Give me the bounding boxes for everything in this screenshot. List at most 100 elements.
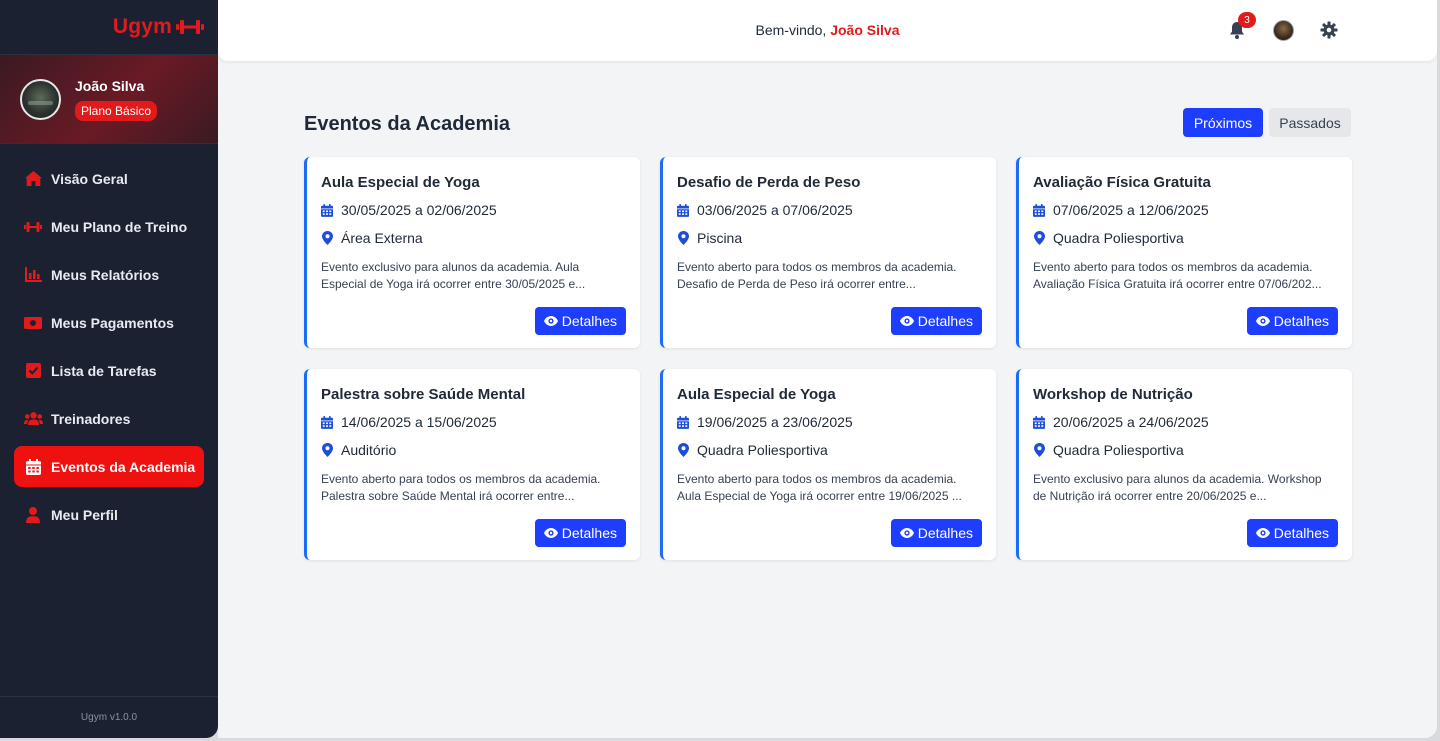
sidebar: Ugym João Silva Plano Básico Visão Geral… xyxy=(0,0,218,738)
calendar-icon xyxy=(677,203,689,217)
event-description: Evento aberto para todos os membros da a… xyxy=(321,472,601,503)
events-grid: Aula Especial de Yoga 30/05/2025 a 02/06… xyxy=(304,157,1352,560)
welcome-prefix: Bem-vindo, xyxy=(755,22,827,38)
event-dates-text: 07/06/2025 a 12/06/2025 xyxy=(1053,202,1209,218)
event-title: Workshop de Nutrição xyxy=(1033,386,1193,403)
location-pin-icon xyxy=(677,231,689,245)
details-button[interactable]: Detalhes xyxy=(534,307,626,335)
plan-badge: Plano Básico xyxy=(75,100,158,121)
eye-icon xyxy=(1255,316,1270,326)
event-title: Palestra sobre Saúde Mental xyxy=(321,386,526,403)
sidebar-item-relatorios[interactable]: Meus Relatórios xyxy=(14,254,204,295)
checkbox-icon xyxy=(23,363,43,378)
sidebar-nav: Visão Geral Meu Plano de Treino Meus Rel… xyxy=(0,144,218,535)
details-button-label: Detalhes xyxy=(1273,525,1329,541)
details-button-label: Detalhes xyxy=(561,525,617,541)
event-description: Evento aberto para todos os membros da a… xyxy=(1033,260,1322,291)
details-button[interactable]: Detalhes xyxy=(1246,307,1338,335)
event-location: Piscina xyxy=(677,230,982,246)
event-dates-text: 19/06/2025 a 23/06/2025 xyxy=(697,414,853,430)
details-button-label: Detalhes xyxy=(917,525,973,541)
eye-icon xyxy=(899,316,914,326)
event-dates: 30/05/2025 a 02/06/2025 xyxy=(321,202,626,218)
eye-icon xyxy=(1255,528,1270,538)
filter-upcoming-button[interactable]: Próximos xyxy=(1183,108,1263,137)
details-button[interactable]: Detalhes xyxy=(534,519,626,547)
bar-chart-icon xyxy=(23,267,43,282)
calendar-icon xyxy=(1033,415,1045,429)
sidebar-item-label: Eventos da Academia xyxy=(51,458,196,475)
sidebar-item-tarefas[interactable]: Lista de Tarefas xyxy=(14,350,204,391)
event-dates-text: 20/06/2025 a 24/06/2025 xyxy=(1053,414,1209,430)
details-button[interactable]: Detalhes xyxy=(1246,519,1338,547)
event-card: Aula Especial de Yoga 30/05/2025 a 02/06… xyxy=(304,157,640,348)
logo[interactable]: Ugym xyxy=(0,0,218,55)
event-dates-text: 14/06/2025 a 15/06/2025 xyxy=(341,414,497,430)
eye-icon xyxy=(543,316,558,326)
dumbbell-icon xyxy=(23,221,43,233)
logo-text: Ugym xyxy=(112,15,172,38)
event-description: Evento exclusivo para alunos da academia… xyxy=(1033,472,1322,503)
event-title: Aula Especial de Yoga xyxy=(321,174,480,191)
event-dates: 20/06/2025 a 24/06/2025 xyxy=(1033,414,1338,430)
topbar: Bem-vindo, João Silva 3 xyxy=(218,0,1437,61)
user-icon xyxy=(23,506,43,523)
sidebar-item-label: Treinadores xyxy=(51,410,131,427)
home-icon xyxy=(23,171,43,186)
calendar-icon xyxy=(677,415,689,429)
event-card: Workshop de Nutrição 20/06/2025 a 24/06/… xyxy=(1016,369,1352,560)
location-pin-icon xyxy=(1033,231,1045,245)
calendar-icon xyxy=(321,415,333,429)
eye-icon xyxy=(899,528,914,538)
header-avatar[interactable] xyxy=(1273,20,1294,41)
sidebar-item-pagamentos[interactable]: Meus Pagamentos xyxy=(14,302,204,343)
sidebar-item-label: Meu Perfil xyxy=(51,506,118,523)
event-description: Evento exclusivo para alunos da academia… xyxy=(321,260,586,291)
money-icon xyxy=(23,316,43,329)
event-location-text: Piscina xyxy=(697,230,743,246)
details-button-label: Detalhes xyxy=(1273,313,1329,329)
sidebar-item-perfil[interactable]: Meu Perfil xyxy=(14,494,204,535)
calendar-icon xyxy=(1033,203,1045,217)
event-dates: 07/06/2025 a 12/06/2025 xyxy=(1033,202,1338,218)
event-dates: 19/06/2025 a 23/06/2025 xyxy=(677,414,982,430)
event-dates-text: 30/05/2025 a 02/06/2025 xyxy=(341,202,497,218)
event-description: Evento aberto para todos os membros da a… xyxy=(677,472,962,503)
event-title: Aula Especial de Yoga xyxy=(677,386,836,403)
gear-icon[interactable] xyxy=(1320,21,1338,39)
details-button[interactable]: Detalhes xyxy=(890,307,982,335)
main-content: Bem-vindo, João Silva 3 Eventos da Acade… xyxy=(218,0,1437,738)
event-location: Área Externa xyxy=(321,230,626,246)
event-location-text: Quadra Poliesportiva xyxy=(1053,230,1184,246)
location-pin-icon xyxy=(1033,443,1045,457)
details-button[interactable]: Detalhes xyxy=(890,519,982,547)
sidebar-item-label: Meus Relatórios xyxy=(51,266,160,283)
page-title: Eventos da Academia xyxy=(304,113,511,135)
sidebar-item-label: Meu Plano de Treino xyxy=(51,218,188,235)
event-dates: 03/06/2025 a 07/06/2025 xyxy=(677,202,982,218)
sidebar-item-label: Lista de Tarefas xyxy=(51,362,157,379)
calendar-icon xyxy=(321,203,333,217)
event-location: Quadra Poliesportiva xyxy=(677,442,982,458)
event-location-text: Quadra Poliesportiva xyxy=(697,442,828,458)
sidebar-item-treinadores[interactable]: Treinadores xyxy=(14,398,204,439)
event-card: Aula Especial de Yoga 19/06/2025 a 23/06… xyxy=(660,369,996,560)
event-location-text: Auditório xyxy=(341,442,397,458)
sidebar-item-visao-geral[interactable]: Visão Geral xyxy=(14,158,204,199)
event-location-text: Área Externa xyxy=(341,230,423,246)
event-location: Quadra Poliesportiva xyxy=(1033,230,1338,246)
event-location: Auditório xyxy=(321,442,626,458)
location-pin-icon xyxy=(677,443,689,457)
event-card: Desafio de Perda de Peso 03/06/2025 a 07… xyxy=(660,157,996,348)
avatar[interactable] xyxy=(20,78,61,120)
event-title: Avaliação Física Gratuita xyxy=(1033,174,1211,191)
event-dates: 14/06/2025 a 15/06/2025 xyxy=(321,414,626,430)
location-pin-icon xyxy=(321,443,333,457)
sidebar-item-plano-treino[interactable]: Meu Plano de Treino xyxy=(14,206,204,247)
sidebar-item-eventos[interactable]: Eventos da Academia xyxy=(14,446,204,487)
eye-icon xyxy=(543,528,558,538)
sidebar-item-label: Visão Geral xyxy=(51,170,128,187)
user-profile-card: João Silva Plano Básico xyxy=(0,55,218,144)
filter-past-button[interactable]: Passados xyxy=(1269,108,1351,137)
app-version: Ugym v1.0.0 xyxy=(0,696,218,738)
